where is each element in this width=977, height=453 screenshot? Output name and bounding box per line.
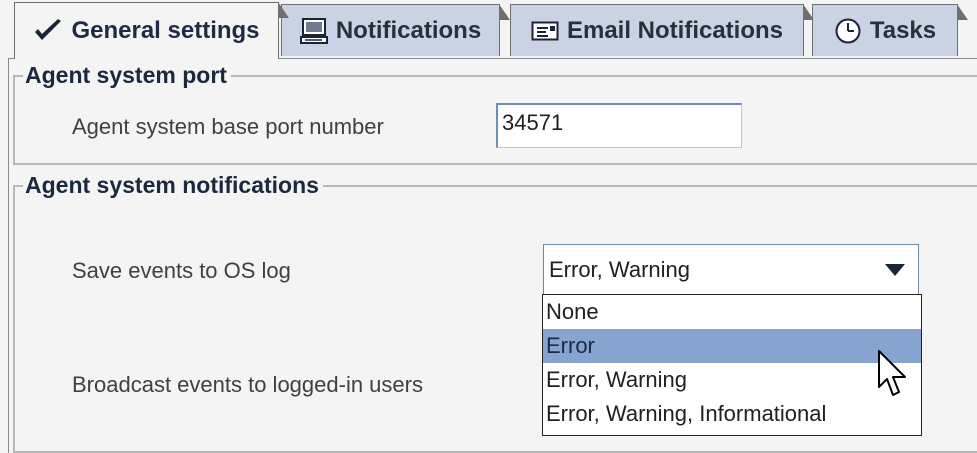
option-error-warning-informational[interactable]: Error, Warning, Informational [543,397,921,431]
broadcast-events-label: Broadcast events to logged-in users [72,372,423,397]
tab-email-notifications[interactable]: Email Notifications [510,4,814,56]
save-events-dropdown-list: None Error Error, Warning Error, Warning… [542,294,922,436]
tab-notifications[interactable]: Notifications [281,4,510,56]
computer-icon [299,17,328,45]
tab-label: Email Notifications [566,16,784,44]
tab-label: Tasks [869,16,937,44]
save-events-label: Save events to OS log [72,258,291,283]
option-error-warning[interactable]: Error, Warning [543,363,921,397]
option-error[interactable]: Error [543,329,921,363]
chevron-down-icon[interactable] [873,247,916,292]
option-none[interactable]: None [543,295,921,329]
tab-tasks[interactable]: Tasks [812,4,968,56]
base-port-input[interactable]: 34571 [496,103,742,148]
tab-strip: General settings Notifications Email Not… [0,0,977,59]
combo-selected-value: Error, Warning [549,257,691,282]
tab-label: Notifications [335,16,482,44]
tab-general-settings[interactable]: General settings [14,2,289,59]
group-title: Agent system notifications [25,172,319,198]
envelope-icon [531,20,559,42]
clock-icon [834,17,862,45]
tab-label: General settings [71,17,260,44]
base-port-label: Agent system base port number [72,114,384,139]
group-title: Agent system port [25,62,227,88]
save-events-combobox[interactable]: Error, Warning [543,244,919,295]
checkmark-icon [33,18,63,44]
